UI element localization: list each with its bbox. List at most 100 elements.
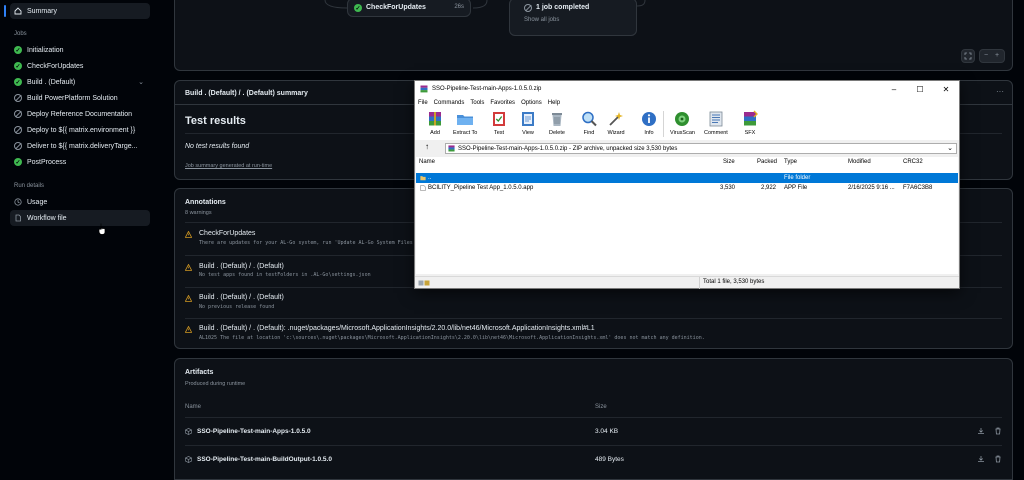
file-row[interactable]: BCILITY_Pipeline Test App_1.0.5.0.app 3,… — [416, 183, 958, 193]
menu-help[interactable]: Help — [545, 100, 563, 106]
address-field[interactable]: SSO-Pipeline-Test-main-Apps-1.0.5.0.zip … — [445, 143, 957, 154]
file-size: 3,530 — [720, 185, 736, 191]
home-icon — [14, 7, 22, 15]
winrar-window[interactable]: SSO-Pipeline-Test-main-Apps-1.0.5.0.zip … — [414, 80, 960, 289]
run-details-heading: Run details — [14, 183, 45, 189]
add-archive-icon — [429, 112, 441, 126]
toolbar-label: Test — [493, 130, 505, 136]
test-button[interactable]: Test — [490, 110, 508, 136]
virusscan-button[interactable]: VirusScan — [670, 110, 695, 136]
column-packed[interactable]: Packed — [757, 159, 777, 165]
sidebar-item-build-powerplatform[interactable]: Build PowerPlatform Solution — [10, 90, 150, 106]
file-name: BCILITY_Pipeline Test App_1.0.5.0.app — [428, 185, 534, 191]
job-card-checkforupdates[interactable]: ✓ CheckForUpdates 26s — [347, 0, 471, 17]
show-all-jobs-link[interactable]: Show all jobs — [524, 17, 559, 23]
sidebar-item-checkforupdates[interactable]: ✓ CheckForUpdates — [10, 58, 150, 74]
artifact-row[interactable]: SSO-Pipeline-Test-main-BuildOutput-1.0.5… — [175, 446, 1012, 473]
sidebar-item-usage[interactable]: Usage — [10, 194, 150, 210]
winrar-titlebar[interactable]: SSO-Pipeline-Test-main-Apps-1.0.5.0.zip … — [415, 81, 959, 97]
sidebar-item-initialization[interactable]: ✓ Initialization — [10, 42, 150, 58]
sidebar-item-build[interactable]: ✓ Build . (Default) ⌄ — [10, 74, 150, 90]
artifact-name[interactable]: SSO-Pipeline-Test-main-BuildOutput-1.0.5… — [197, 456, 332, 463]
menu-options[interactable]: Options — [518, 100, 545, 106]
menu-tools[interactable]: Tools — [467, 100, 487, 106]
winrar-menubar: File Commands Tools Favorites Options He… — [415, 97, 959, 108]
chevron-down-icon[interactable]: ⌄ — [138, 78, 144, 86]
sfx-icon — [744, 110, 758, 126]
toolbar-label: Add — [430, 130, 440, 136]
check-icon: ✓ — [14, 46, 22, 54]
annotation-message: No previous release found — [199, 304, 275, 310]
view-button[interactable]: View — [519, 110, 537, 136]
download-icon[interactable] — [977, 427, 985, 435]
fullscreen-button[interactable] — [961, 49, 975, 63]
annotation-message: There are updates for your AL-Go system,… — [199, 240, 416, 246]
annotation-title[interactable]: Build . (Default) / . (Default): .nuget/… — [199, 325, 595, 332]
annotation-title[interactable]: Build . (Default) / . (Default) — [199, 263, 284, 270]
delete-button[interactable]: Delete — [548, 110, 566, 136]
winrar-logo-icon — [420, 85, 428, 93]
column-size[interactable]: Size — [723, 159, 735, 165]
wizard-button[interactable]: Wizard — [607, 110, 625, 136]
info-button[interactable]: Info — [640, 110, 658, 136]
chevron-down-icon[interactable]: ⌄ — [947, 144, 953, 152]
winrar-statusbar: Total 1 file, 3,530 bytes — [415, 276, 959, 289]
sidebar-item-deploy-reference-docs[interactable]: Deploy Reference Documentation — [10, 106, 150, 122]
trash-icon[interactable] — [994, 427, 1002, 435]
wizard-wand-icon — [609, 112, 623, 126]
add-button[interactable]: Add — [426, 110, 444, 136]
artifact-row[interactable]: SSO-Pipeline-Test-main-Apps-1.0.5.0 3.04… — [175, 418, 1012, 445]
sidebar-item-workflow-file[interactable]: Workflow file — [10, 210, 150, 226]
up-arrow-icon[interactable]: ↑ — [425, 142, 429, 151]
file-type: APP File — [784, 185, 808, 191]
menu-favorites[interactable]: Favorites — [487, 100, 518, 106]
download-icon[interactable] — [977, 455, 985, 463]
file-list[interactable]: Name Size Packed Type Modified CRC32 .. … — [416, 157, 958, 274]
no-test-results-text: No test results found — [185, 143, 250, 150]
delete-trash-icon — [552, 113, 562, 126]
extract-folder-icon — [457, 115, 474, 125]
sfx-button[interactable]: SFX — [741, 110, 759, 136]
zoom-in-icon[interactable]: + — [995, 52, 999, 59]
zoom-out-icon[interactable]: − — [984, 52, 988, 59]
file-packed: 2,922 — [761, 185, 777, 191]
summary-generated-link[interactable]: Job summary generated at run-time — [185, 163, 272, 169]
maximize-button[interactable]: ☐ — [907, 81, 933, 97]
extract-to-button[interactable]: Extract To — [453, 110, 477, 136]
column-crc32[interactable]: CRC32 — [903, 159, 923, 165]
sidebar-item-label: Build PowerPlatform Solution — [27, 94, 118, 102]
trash-icon[interactable] — [994, 455, 1002, 463]
close-button[interactable]: ✕ — [933, 81, 959, 97]
zoom-controls[interactable]: − + — [979, 49, 1005, 63]
minimize-button[interactable]: – — [881, 81, 907, 97]
jobs-summary-card[interactable]: 1 job completed Show all jobs — [509, 0, 637, 36]
annotation-title[interactable]: Build . (Default) / . (Default) — [199, 294, 284, 301]
more-options-icon[interactable]: ··· — [996, 87, 1004, 96]
drive-icon — [418, 280, 430, 286]
toolbar-label: Comment — [704, 130, 728, 136]
annotations-count: 8 warnings — [185, 210, 212, 216]
column-modified[interactable]: Modified — [848, 159, 871, 165]
workflow-graph: ✓ CheckForUpdates 26s 1 job completed Sh… — [174, 0, 1013, 71]
sidebar-item-postprocess[interactable]: ✓ PostProcess — [10, 154, 150, 170]
sidebar-item-deploy-to-environment[interactable]: Deploy to ${{ matrix.environment }} — [10, 122, 150, 138]
divider — [185, 318, 1002, 319]
comment-button[interactable]: Comment — [704, 110, 728, 136]
artifacts-size-header: Size — [595, 404, 607, 410]
column-name[interactable]: Name — [419, 159, 435, 165]
artifacts-subtitle: Produced during runtime — [185, 381, 246, 387]
sidebar-item-summary[interactable]: Summary — [4, 3, 150, 19]
find-button[interactable]: Find — [580, 110, 598, 136]
file-row-parent[interactable]: .. File folder — [416, 173, 958, 183]
column-type[interactable]: Type — [784, 159, 797, 165]
sidebar-item-label: Deliver to ${{ matrix.deliveryTarge... — [27, 142, 138, 150]
file-list-header: Name Size Packed Type Modified CRC32 — [416, 157, 958, 168]
annotation-title[interactable]: CheckForUpdates — [199, 230, 255, 237]
menu-file[interactable]: File — [415, 100, 431, 106]
artifacts-panel: Artifacts Produced during runtime Name S… — [174, 358, 1013, 480]
artifact-name[interactable]: SSO-Pipeline-Test-main-Apps-1.0.5.0 — [197, 428, 311, 435]
menu-commands[interactable]: Commands — [431, 100, 468, 106]
info-icon — [642, 112, 656, 126]
sidebar-item-label: Workflow file — [27, 214, 67, 222]
sidebar-item-deliver-to-target[interactable]: Deliver to ${{ matrix.deliveryTarge... — [10, 138, 150, 154]
